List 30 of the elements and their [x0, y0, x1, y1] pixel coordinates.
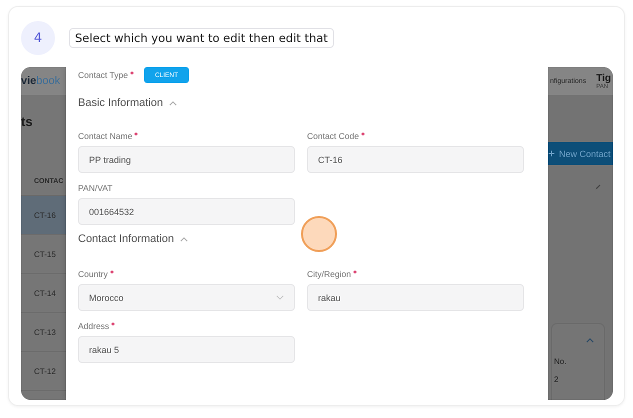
step-instruction: Select which you want to edit then edit that	[69, 28, 334, 48]
panel-label: No.	[554, 357, 566, 366]
new-contact-button[interactable]: New Contact	[548, 142, 613, 165]
field-label: Contact Type	[78, 70, 128, 80]
input-field[interactable]: CT-16	[307, 146, 524, 173]
table-row[interactable]: CT-16	[21, 196, 66, 235]
section-title: Contact Information	[78, 233, 174, 245]
chevron-icon[interactable]	[168, 100, 177, 106]
chevron-icon[interactable]	[180, 236, 188, 242]
step-number: 4	[21, 21, 55, 55]
field-label: Address	[78, 321, 110, 331]
chevron-icon[interactable]	[586, 338, 594, 343]
input-field[interactable]: 001664532	[78, 198, 295, 225]
user-name: Tig	[596, 72, 612, 84]
panel-value: 2	[554, 375, 558, 384]
field-label: PAN/VAT	[78, 183, 112, 193]
field-label: Country	[78, 269, 108, 279]
section-title: Basic Information	[78, 97, 163, 109]
dropdown-chevron-icon	[276, 295, 284, 300]
field-label: Contact Code	[307, 131, 359, 141]
input-field[interactable]: rakau	[307, 284, 524, 311]
field-label: City/Region	[307, 269, 351, 279]
country-select[interactable]: Morocco	[78, 284, 295, 311]
pencil-icon[interactable]	[594, 183, 602, 191]
input-field[interactable]: rakau 5	[78, 336, 295, 363]
page-title: ts	[21, 114, 33, 128]
logo-text: viebook	[21, 75, 60, 87]
field-label: Contact Name	[78, 131, 132, 141]
plus-icon	[548, 150, 555, 157]
input-field[interactable]: PP trading	[78, 146, 295, 173]
